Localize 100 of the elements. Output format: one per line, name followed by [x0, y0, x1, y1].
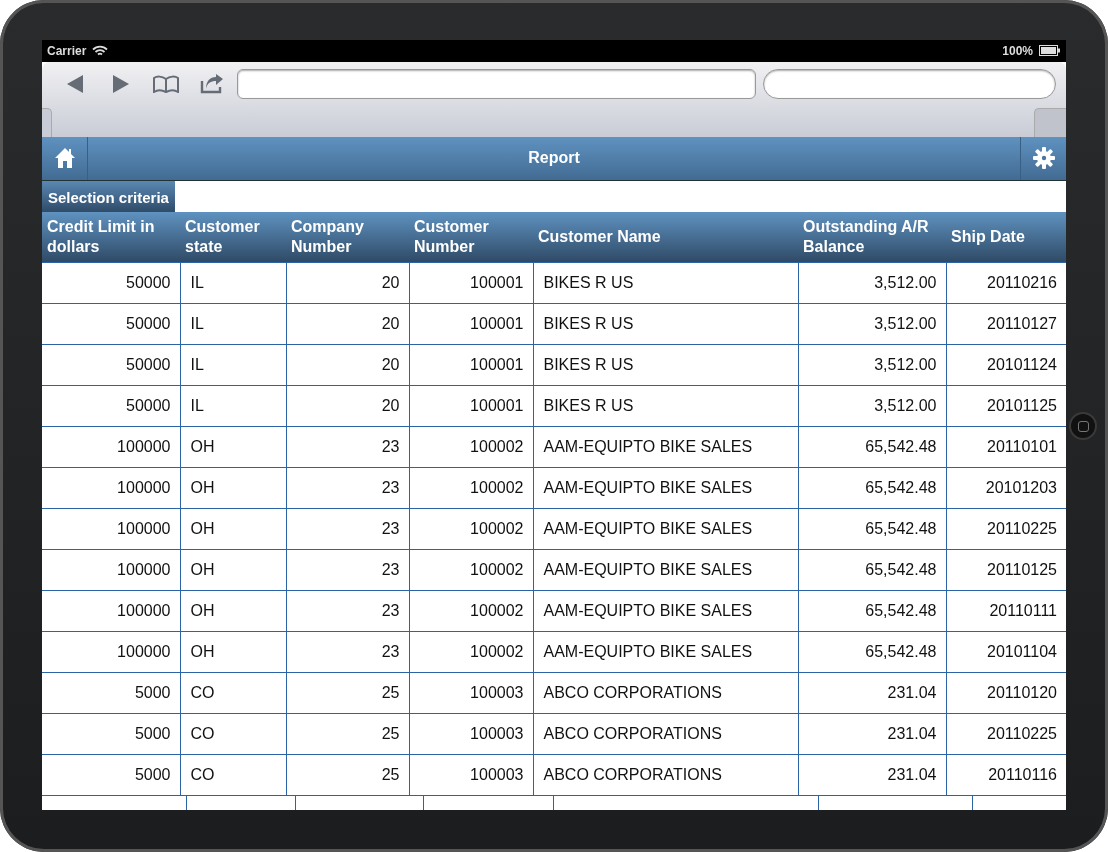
table-cell: 23: [286, 508, 409, 550]
table-cell: ABCO CORPORATIONS: [533, 713, 798, 755]
table-cell: 100002: [409, 590, 533, 632]
table-cell: BIKES R US: [533, 344, 798, 386]
page-title: Report: [527, 148, 581, 169]
table-cell: 23: [286, 549, 409, 591]
carrier-label: Carrier: [47, 42, 87, 60]
table-cell: IL: [180, 344, 286, 386]
table-cell: 50000: [42, 344, 180, 386]
table-cell: 50000: [42, 385, 180, 427]
table-cell: 100003: [409, 672, 533, 714]
table-cell: AAM-EQUIPTO BIKE SALES: [533, 426, 798, 468]
table-cell: 100002: [409, 467, 533, 509]
table-cell: 20: [286, 385, 409, 427]
table-cell: OH: [180, 426, 286, 468]
tab[interactable]: Selection criteria: [42, 180, 175, 212]
table-cell: 23: [286, 631, 409, 673]
table-cell: 100000: [42, 508, 180, 550]
table-cell: IL: [180, 262, 286, 304]
table-cell: 25: [286, 713, 409, 755]
table-cell: 50000: [42, 303, 180, 345]
table-cell: 65,542.48: [798, 549, 946, 591]
table-cell: CO: [180, 672, 286, 714]
table-cell: 65,542.48: [798, 508, 946, 550]
column-header: Customer Number: [409, 211, 533, 263]
column-header: Outstanding A/R Balance: [798, 211, 946, 263]
back-icon[interactable]: [66, 74, 83, 93]
table-cell: 20: [286, 344, 409, 386]
table-cell: OH: [180, 549, 286, 591]
table-cell: 100001: [409, 344, 533, 386]
table-cell: 100000: [42, 590, 180, 632]
table-cell: 5000: [42, 713, 180, 755]
table-cell: 100002: [409, 508, 533, 550]
table-cell: 65,542.48: [798, 631, 946, 673]
table-cell: IL: [180, 385, 286, 427]
table-cell: BIKES R US: [533, 303, 798, 345]
table-cell: BIKES R US: [533, 262, 798, 304]
column-header: Company Number: [286, 211, 409, 263]
table-cell: 3,512.00: [798, 385, 946, 427]
table-cell: 100001: [409, 303, 533, 345]
column-header: Credit Limit in dollars: [42, 211, 180, 263]
table-cell: 100003: [409, 713, 533, 755]
table-cell: 3,512.00: [798, 262, 946, 304]
table-cell: OH: [180, 590, 286, 632]
table-cell: 23: [286, 426, 409, 468]
table-cell: BIKES R US: [533, 385, 798, 427]
table-cell: 25: [286, 754, 409, 796]
table-cell: 65,542.48: [798, 467, 946, 509]
battery-percent: 100%: [1002, 42, 1033, 60]
column-header: Customer Name: [533, 211, 798, 263]
table-cell: AAM-EQUIPTO BIKE SALES: [533, 467, 798, 509]
table-cell: AAM-EQUIPTO BIKE SALES: [533, 590, 798, 632]
table-cell: 50000: [42, 262, 180, 304]
table-cell: 100002: [409, 631, 533, 673]
home-button[interactable]: [1069, 412, 1097, 440]
table-cell: 100000: [42, 467, 180, 509]
table-cell: 20: [286, 262, 409, 304]
table-cell: 231.04: [798, 754, 946, 796]
column-header: Ship Date: [946, 211, 1066, 263]
table-cell: 231.04: [798, 713, 946, 755]
table-cell: 5000: [42, 672, 180, 714]
table-cell: 20: [286, 303, 409, 345]
table-cell: 20110216: [946, 262, 1066, 304]
table-cell: 23: [286, 590, 409, 632]
wifi-icon: [92, 44, 109, 57]
column-header: Customer state: [180, 211, 286, 263]
table-cell: 25: [286, 672, 409, 714]
table-cell: 231.04: [798, 672, 946, 714]
table-cell: 65,542.48: [798, 426, 946, 468]
table-cell: CO: [180, 754, 286, 796]
table-cell: 100000: [42, 549, 180, 591]
table-cell: AAM-EQUIPTO BIKE SALES: [533, 631, 798, 673]
table-cell: ABCO CORPORATIONS: [533, 754, 798, 796]
table-cell: 5000: [42, 754, 180, 796]
table-cell: 100002: [409, 426, 533, 468]
table-cell: 100000: [42, 631, 180, 673]
table-cell: OH: [180, 631, 286, 673]
table-cell: 3,512.00: [798, 344, 946, 386]
battery-icon: [1039, 45, 1061, 57]
table-cell: CO: [180, 713, 286, 755]
table-cell: IL: [180, 303, 286, 345]
share-icon[interactable]: [200, 73, 225, 94]
table-cell: ABCO CORPORATIONS: [533, 672, 798, 714]
table-cell: OH: [180, 467, 286, 509]
table-cell: AAM-EQUIPTO BIKE SALES: [533, 549, 798, 591]
book-icon[interactable]: [153, 74, 180, 93]
search-field[interactable]: [763, 68, 1056, 99]
table-cell: 3,512.00: [798, 303, 946, 345]
table-cell: 100003: [409, 754, 533, 796]
table-cell: AAM-EQUIPTO BIKE SALES: [533, 508, 798, 550]
table-cell: 100002: [409, 549, 533, 591]
table-cell: 100001: [409, 262, 533, 304]
table-cell: 100001: [409, 385, 533, 427]
forward-icon[interactable]: [112, 74, 129, 93]
table-cell: 65,542.48: [798, 590, 946, 632]
home-icon[interactable]: [53, 147, 76, 170]
table-cell: OH: [180, 508, 286, 550]
table-cell: 100000: [42, 426, 180, 468]
address-field[interactable]: [237, 68, 757, 99]
table-cell: 23: [286, 467, 409, 509]
